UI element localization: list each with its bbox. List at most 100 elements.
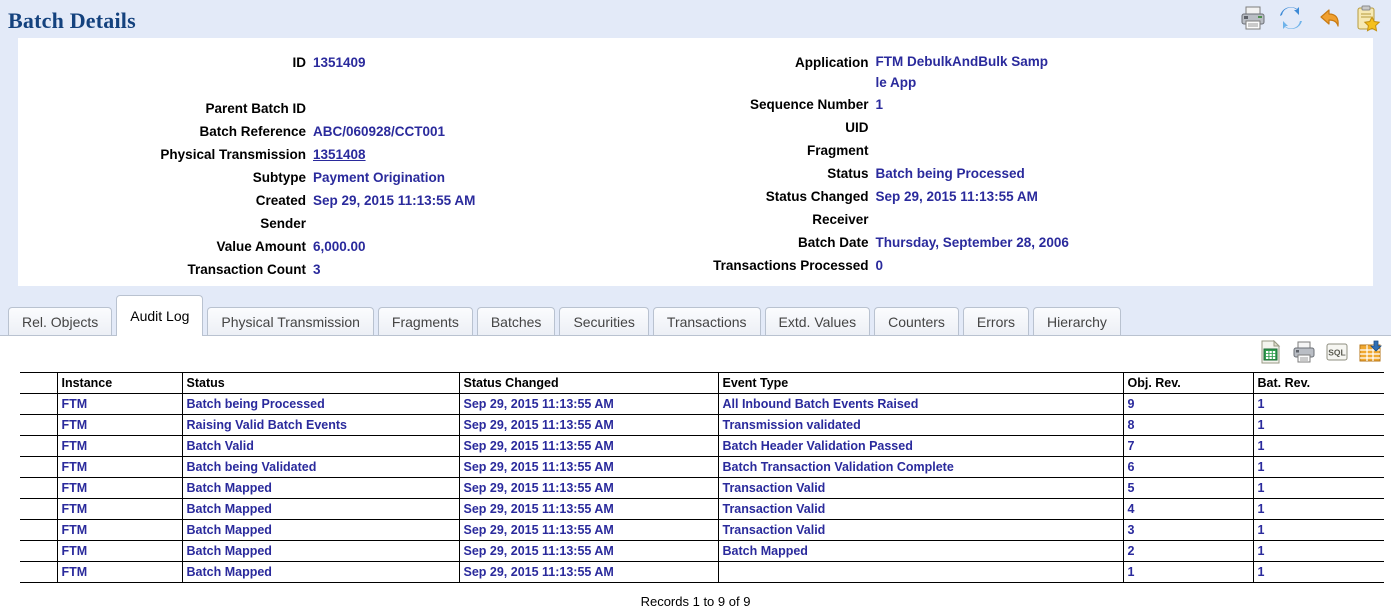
column-header[interactable]: Instance bbox=[56, 372, 183, 394]
tab-fragments[interactable]: Fragments bbox=[377, 307, 473, 336]
audit-log-panel: SQL Instance Status Status Changed Event Ty… bbox=[0, 336, 1391, 613]
detail-row: Status Batch being Processed bbox=[696, 162, 1374, 185]
detail-row: Batch Date Thursday, September 28, 2006 bbox=[696, 231, 1374, 254]
table-body: FTM Batch being Processed Sep 29, 2015 11:… bbox=[20, 393, 1384, 583]
table-cell: FTM bbox=[56, 561, 183, 583]
detail-value: 6,000.00 bbox=[313, 239, 366, 254]
table-cell: Sep 29, 2015 11:13:55 AM bbox=[458, 414, 719, 436]
table-cell: 1 bbox=[1252, 393, 1384, 415]
table-cell: 1 bbox=[1252, 540, 1384, 562]
table-row[interactable]: FTM Batch Mapped Sep 29, 2015 11:13:55 AM 1… bbox=[20, 561, 1384, 583]
table-cell: 6 bbox=[1122, 456, 1254, 478]
table-cell: Transaction Valid bbox=[717, 477, 1124, 499]
detail-label: Batch Reference bbox=[199, 124, 306, 139]
table-cell: 1 bbox=[1252, 498, 1384, 520]
detail-label: Transactions Processed bbox=[713, 258, 869, 273]
detail-row: Transactions Processed 0 bbox=[696, 254, 1374, 277]
table-cell: Raising Valid Batch Events bbox=[181, 414, 460, 436]
table-cell: Sep 29, 2015 11:13:55 AM bbox=[458, 477, 719, 499]
physical-transmission-link[interactable]: 1351408 bbox=[313, 147, 366, 162]
tab-extd-values[interactable]: Extd. Values bbox=[764, 307, 871, 336]
table-cell bbox=[20, 414, 58, 436]
detail-row: Fragment bbox=[696, 139, 1374, 162]
table-cell: Transaction Valid bbox=[717, 519, 1124, 541]
tab-physical-transmission[interactable]: Physical Transmission bbox=[207, 307, 374, 336]
detail-row: Value Amount 6,000.00 bbox=[18, 235, 696, 258]
table-row[interactable]: FTM Batch Mapped Sep 29, 2015 11:13:55 AM T… bbox=[20, 498, 1384, 520]
table-row[interactable]: FTM Batch being Processed Sep 29, 2015 11:… bbox=[20, 393, 1384, 415]
detail-label: Physical Transmission bbox=[160, 147, 306, 162]
detail-row: Sequence Number 1 bbox=[696, 93, 1374, 116]
table-row[interactable]: FTM Batch being Validated Sep 29, 2015 11:… bbox=[20, 456, 1384, 478]
table-row[interactable]: FTM Batch Valid Sep 29, 2015 11:13:55 AM Ba… bbox=[20, 435, 1384, 457]
tab-batches[interactable]: Batches bbox=[476, 307, 556, 336]
export-excel-icon[interactable] bbox=[1258, 340, 1284, 364]
add-to-favorites-icon[interactable] bbox=[1353, 4, 1381, 32]
table-cell bbox=[717, 561, 1124, 583]
detail-row bbox=[18, 74, 696, 97]
table-cell: FTM bbox=[56, 414, 183, 436]
refresh-icon[interactable] bbox=[1277, 4, 1305, 32]
tab-rel-objects[interactable]: Rel. Objects bbox=[8, 307, 113, 336]
table-cell: Batch Mapped bbox=[717, 540, 1124, 562]
detail-label: UID bbox=[845, 120, 869, 135]
audit-log-table: Instance Status Status Changed Event Type Ob… bbox=[20, 372, 1384, 583]
table-cell: 9 bbox=[1122, 393, 1254, 415]
table-cell: Batch Valid bbox=[181, 435, 460, 457]
table-row[interactable]: FTM Raising Valid Batch Events Sep 29, 201… bbox=[20, 414, 1384, 436]
detail-value-link[interactable]: 1351408 bbox=[313, 143, 366, 166]
table-cell: 2 bbox=[1122, 540, 1254, 562]
table-cell bbox=[20, 456, 58, 478]
table-cell: Batch Mapped bbox=[181, 561, 460, 583]
table-cell bbox=[20, 498, 58, 520]
detail-value: ABC/060928/CCT001 bbox=[313, 124, 446, 139]
table-cell: Batch Transaction Validation Complete bbox=[717, 456, 1124, 478]
tab-errors[interactable]: Errors bbox=[962, 307, 1030, 336]
back-icon[interactable] bbox=[1315, 4, 1343, 32]
table-cell: Batch Mapped bbox=[181, 477, 460, 499]
batch-details-page: Batch Details ID 1351409 Parent Batch ID… bbox=[0, 0, 1391, 613]
table-cell bbox=[20, 435, 58, 457]
detail-row: Transaction Count 3 bbox=[18, 258, 696, 281]
table-row[interactable]: FTM Batch Mapped Sep 29, 2015 11:13:55 AM T… bbox=[20, 477, 1384, 499]
detail-label: Transaction Count bbox=[187, 262, 306, 277]
table-cell: 1 bbox=[1252, 477, 1384, 499]
column-header[interactable]: Event Type bbox=[717, 372, 1124, 394]
column-header[interactable]: Bat. Rev. bbox=[1252, 372, 1384, 394]
sql-icon[interactable]: SQL bbox=[1324, 340, 1350, 364]
column-header[interactable] bbox=[20, 372, 58, 394]
page-title: Batch Details bbox=[8, 8, 136, 33]
table-cell: Batch Header Validation Passed bbox=[717, 435, 1124, 457]
table-cell: 5 bbox=[1122, 477, 1254, 499]
column-header[interactable]: Status bbox=[181, 372, 460, 394]
table-cell: 4 bbox=[1122, 498, 1254, 520]
batch-summary-panel: ID 1351409 Parent Batch ID Batch Reference A… bbox=[18, 38, 1373, 286]
table-cell: 8 bbox=[1122, 414, 1254, 436]
table-cell: FTM bbox=[56, 456, 183, 478]
tab-securities[interactable]: Securities bbox=[559, 307, 649, 336]
tab-transactions[interactable]: Transactions bbox=[652, 307, 761, 336]
column-header[interactable]: Obj. Rev. bbox=[1122, 372, 1254, 394]
column-header[interactable]: Status Changed bbox=[458, 372, 719, 394]
table-cell: FTM bbox=[56, 435, 183, 457]
tab-counters[interactable]: Counters bbox=[874, 307, 959, 336]
table-row[interactable]: FTM Batch Mapped Sep 29, 2015 11:13:55 AM B… bbox=[20, 540, 1384, 562]
table-cell: 1 bbox=[1122, 561, 1254, 583]
table-row[interactable]: FTM Batch Mapped Sep 29, 2015 11:13:55 AM T… bbox=[20, 519, 1384, 541]
export-table-icon[interactable] bbox=[1357, 340, 1383, 364]
table-cell bbox=[20, 477, 58, 499]
table-cell: 1 bbox=[1252, 561, 1384, 583]
detail-label: Value Amount bbox=[216, 239, 306, 254]
table-cell: Sep 29, 2015 11:13:55 AM bbox=[458, 456, 719, 478]
tab-hierarchy[interactable]: Hierarchy bbox=[1033, 307, 1121, 336]
title-bar: Batch Details bbox=[0, 0, 1391, 38]
detail-row: Parent Batch ID bbox=[18, 97, 696, 120]
grid-toolbar: SQL bbox=[1258, 340, 1383, 364]
table-cell: Batch Mapped bbox=[181, 540, 460, 562]
table-header-row: Instance Status Status Changed Event Type Ob… bbox=[20, 372, 1384, 394]
print-icon[interactable] bbox=[1291, 340, 1317, 364]
table-cell: Sep 29, 2015 11:13:55 AM bbox=[458, 498, 719, 520]
tab-audit-log[interactable]: Audit Log bbox=[116, 295, 204, 336]
print-icon[interactable] bbox=[1239, 4, 1267, 32]
detail-row: Receiver bbox=[696, 208, 1374, 231]
